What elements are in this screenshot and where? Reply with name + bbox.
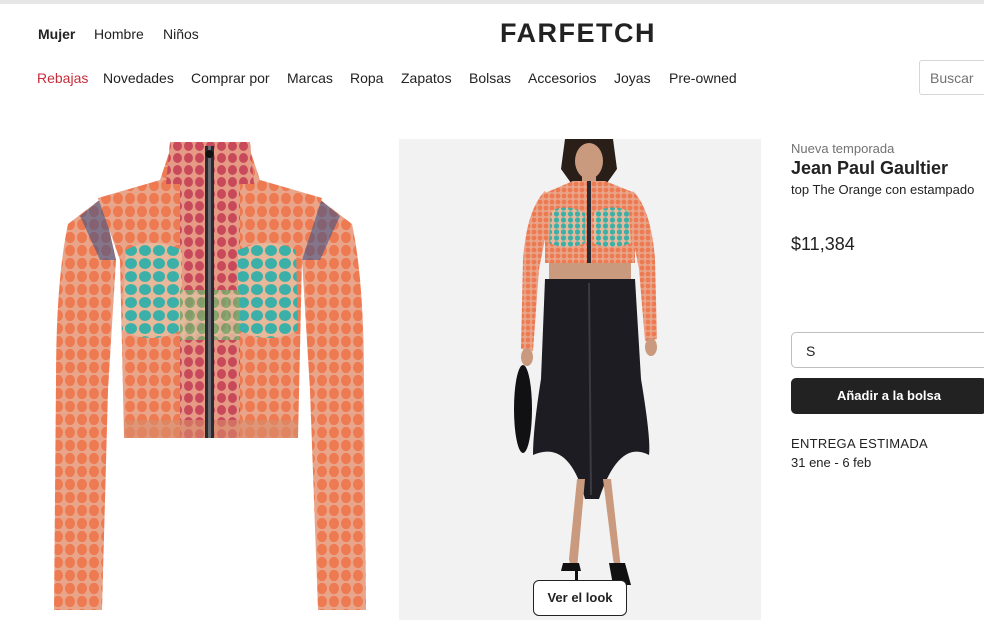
gender-tab-hombre[interactable]: Hombre: [94, 26, 144, 42]
gender-tab-mujer[interactable]: Mujer: [38, 26, 75, 42]
brand-name[interactable]: Jean Paul Gaultier: [791, 158, 948, 179]
size-select[interactable]: S: [791, 332, 984, 368]
add-to-bag-button[interactable]: Añadir a la bolsa: [791, 378, 984, 414]
nav-item-accesorios[interactable]: Accesorios: [528, 70, 596, 86]
view-look-button[interactable]: Ver el look: [533, 580, 627, 616]
product-price: $11,384: [791, 234, 855, 254]
nav-item-joyas[interactable]: Joyas: [614, 70, 651, 86]
delivery-label: ENTREGA ESTIMADA: [791, 436, 928, 451]
search-input[interactable]: Buscar: [919, 60, 984, 95]
gender-tab-ninos[interactable]: Niños: [163, 26, 199, 42]
delivery-dates: 31 ene - 6 feb: [791, 455, 872, 470]
top-border: [0, 0, 984, 4]
product-image-model[interactable]: [399, 139, 761, 620]
nav-item-pre-owned[interactable]: Pre-owned: [669, 70, 737, 86]
product-name: top The Orange con estampado: [791, 182, 975, 197]
nav-item-comprar-por[interactable]: Comprar por: [191, 70, 270, 86]
nav-item-ropa[interactable]: Ropa: [350, 70, 383, 86]
farfetch-logo[interactable]: FARFETCH: [500, 18, 656, 49]
product-image-front[interactable]: [40, 140, 380, 620]
nav-item-novedades[interactable]: Novedades: [103, 70, 174, 86]
top-illustration: [54, 142, 366, 610]
nav-item-marcas[interactable]: Marcas: [287, 70, 333, 86]
nav-item-zapatos[interactable]: Zapatos: [401, 70, 452, 86]
nav-item-rebajas[interactable]: Rebajas: [37, 70, 88, 86]
season-label: Nueva temporada: [791, 141, 895, 156]
main-nav: Rebajas Novedades Comprar por Marcas Rop…: [0, 70, 984, 90]
nav-item-bolsas[interactable]: Bolsas: [469, 70, 511, 86]
model-illustration: [399, 139, 761, 620]
